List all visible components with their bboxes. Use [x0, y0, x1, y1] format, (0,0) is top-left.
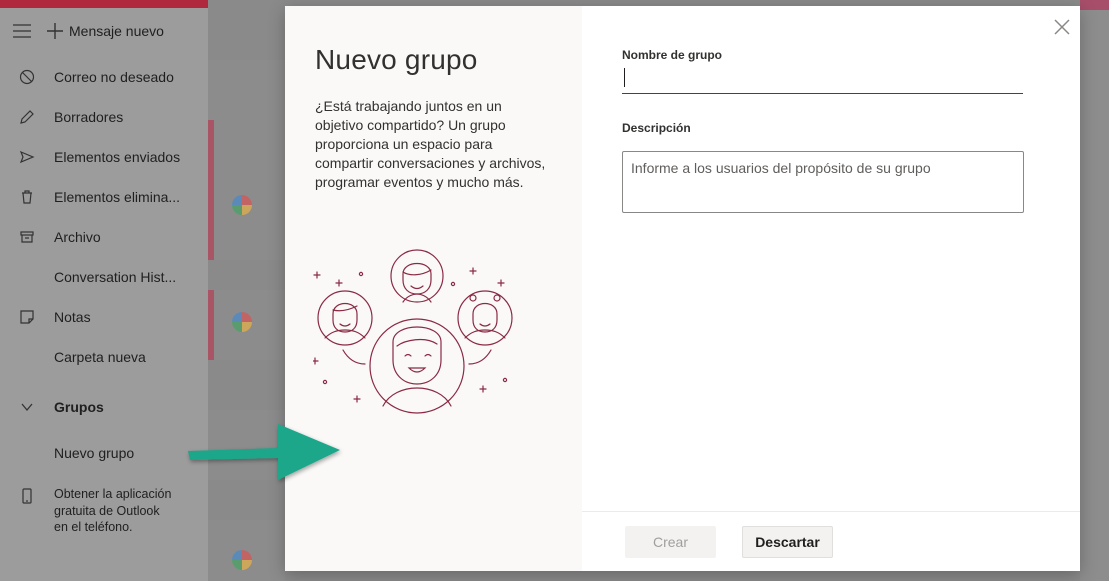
new-group-dialog: Nuevo grupo ¿Está trabajando juntos en u… [285, 6, 1080, 571]
dialog-form-panel: Nombre de grupo Descripción [582, 6, 1080, 571]
trash-icon [0, 189, 54, 205]
list-item [208, 290, 285, 360]
sidebar-item-sent[interactable]: Elementos enviados [0, 142, 208, 172]
tutorial-arrow-icon [188, 424, 340, 480]
sidebar-item-new-group[interactable]: Nuevo grupo [0, 438, 208, 468]
get-app-promo[interactable]: Obtener la aplicación gratuita de Outloo… [0, 486, 208, 536]
archive-icon [0, 229, 54, 245]
group-name-input[interactable] [622, 68, 1023, 94]
note-icon [0, 309, 54, 325]
sidebar-item-label: Conversation Hist... [54, 269, 177, 285]
groups-header[interactable]: Grupos [0, 392, 208, 422]
plus-icon [44, 20, 66, 42]
group-people-illustration [313, 249, 513, 414]
list-item [208, 520, 285, 581]
list-item [208, 190, 285, 260]
text-caret [624, 68, 625, 87]
close-icon [1054, 19, 1070, 35]
sidebar-item-label: Notas [54, 309, 91, 325]
description-label: Descripción [622, 121, 691, 135]
sidebar-item-label: Correo no deseado [54, 69, 174, 85]
dialog-description: ¿Está trabajando juntos en un objetivo c… [315, 98, 546, 190]
dialog-footer: Crear Descartar [582, 511, 1080, 571]
sidebar-item-archive[interactable]: Archivo [0, 222, 208, 252]
list-item [208, 120, 285, 190]
dialog-info-panel: Nuevo grupo ¿Está trabajando juntos en u… [285, 6, 582, 571]
avatar [232, 312, 252, 332]
sidebar-item-label: Elementos enviados [54, 149, 181, 165]
close-button[interactable] [1051, 16, 1073, 38]
sidebar-item-label: Nuevo grupo [54, 445, 135, 461]
dialog-title: Nuevo grupo [315, 44, 478, 75]
sidebar-item-new-folder[interactable]: Carpeta nueva [0, 342, 208, 372]
person-circle-center [369, 318, 465, 414]
chevron-down-icon[interactable] [0, 399, 54, 415]
background-edge [1080, 0, 1109, 581]
sidebar-item-label: Archivo [54, 229, 101, 245]
groups-header-label: Grupos [54, 399, 104, 415]
get-app-promo-text: Obtener la aplicación gratuita de Outloo… [54, 487, 172, 534]
folder-sidebar: Mensaje nuevo Correo no deseado Borrador… [0, 0, 208, 581]
avatar [232, 550, 252, 570]
send-icon [0, 149, 54, 165]
sidebar-item-deleted[interactable]: Elementos elimina... [0, 182, 208, 212]
group-name-label: Nombre de grupo [622, 48, 723, 62]
new-message-label: Mensaje nuevo [69, 23, 164, 39]
sidebar-item-conversation-history[interactable]: Conversation Hist... [0, 262, 208, 292]
sidebar-item-label: Borradores [54, 109, 124, 125]
discard-button[interactable]: Descartar [742, 526, 833, 558]
create-button[interactable]: Crear [625, 526, 716, 558]
sidebar-item-drafts[interactable]: Borradores [0, 102, 208, 132]
new-message-button[interactable]: Mensaje nuevo [0, 16, 208, 46]
sidebar-item-junk[interactable]: Correo no deseado [0, 62, 208, 92]
sidebar-item-notes[interactable]: Notas [0, 302, 208, 332]
block-icon [0, 69, 54, 85]
description-input[interactable] [622, 151, 1024, 213]
hamburger-menu-icon[interactable] [0, 24, 44, 38]
brand-bar [0, 0, 208, 8]
avatar [232, 195, 252, 215]
sidebar-item-label: Elementos elimina... [54, 189, 181, 205]
pencil-icon [0, 109, 54, 125]
sidebar-item-label: Carpeta nueva [54, 349, 146, 365]
phone-icon [0, 486, 54, 536]
